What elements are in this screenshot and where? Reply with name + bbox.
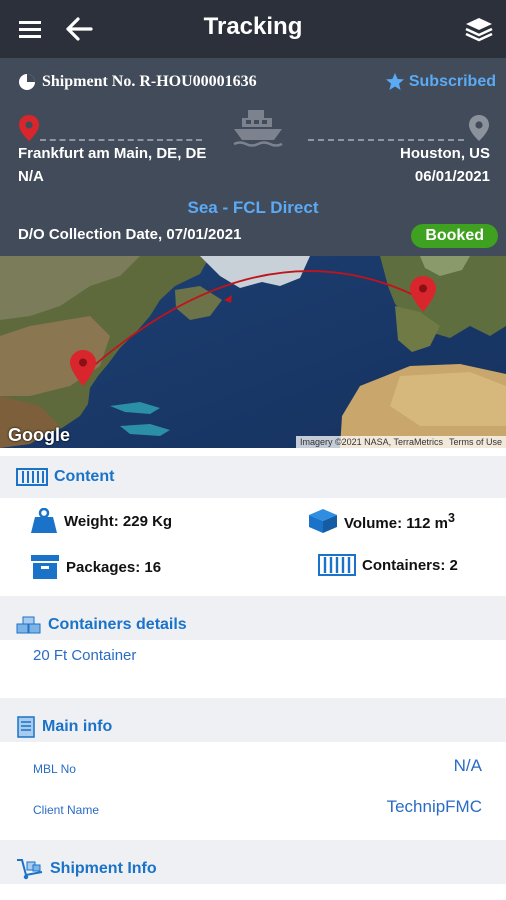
destination-pin-icon <box>468 114 490 147</box>
section-divider <box>0 596 506 604</box>
shipment-info-panel <box>0 884 506 900</box>
status-badge: Booked <box>411 224 498 248</box>
section-divider <box>0 840 506 848</box>
origin-pin-icon <box>18 114 40 147</box>
terms-link[interactable]: Terms of Use <box>449 437 502 447</box>
do-collection-date: D/O Collection Date, 07/01/2021 <box>18 226 242 243</box>
google-logo: Google <box>8 425 70 445</box>
section-divider <box>0 698 506 706</box>
main-info-panel: MBL No N/A Client Name TechnipFMC <box>0 742 506 840</box>
top-app-bar: Tracking <box>0 0 506 58</box>
box-icon <box>31 555 59 579</box>
packages-stat: Packages: 16 <box>30 554 161 580</box>
containers-details-title: Containers details <box>48 616 187 633</box>
imagery-credit: Imagery ©2021 NASA, TerraMetrics <box>299 437 443 447</box>
container-item[interactable]: 20 Ft Container <box>33 647 136 664</box>
shipment-summary: Shipment No. R-HOU00001636 Subscribed Fr… <box>0 58 506 256</box>
document-icon <box>17 716 35 738</box>
containers-details-panel: 20 Ft Container <box>0 640 506 698</box>
page-title: Tracking <box>203 13 303 40</box>
shipment-number-text: Shipment No. R-HOU00001636 <box>42 73 257 90</box>
containers-stack-icon <box>16 616 41 634</box>
route-line-right <box>308 139 464 141</box>
weight-icon <box>31 508 57 533</box>
shipment-number: Shipment No. R-HOU00001636 <box>18 73 257 91</box>
origin-city: Frankfurt am Main, DE, DE <box>18 145 207 162</box>
subscribed-label: Subscribed <box>408 73 496 90</box>
content-title: Content <box>54 468 115 485</box>
volume-text: Volume: 112 m3 <box>344 510 455 532</box>
content-section-header[interactable]: Content <box>0 456 506 498</box>
service-type: Sea - FCL Direct <box>187 198 319 217</box>
ship-icon <box>232 108 284 153</box>
hand-truck-icon <box>17 859 43 880</box>
container-icon <box>16 468 48 486</box>
mbl-label: MBL No <box>33 762 76 776</box>
route-map[interactable]: Google Imagery ©2021 NASA, TerraMetrics … <box>0 256 506 448</box>
weight-stat: Weight: 229 Kg <box>30 508 172 534</box>
pie-chart-icon <box>19 74 35 90</box>
volume-stat: Volume: 112 m3 <box>308 508 455 534</box>
star-icon <box>385 73 404 90</box>
shipment-info-title: Shipment Info <box>50 860 157 877</box>
content-panel: Weight: 229 Kg Volume: 112 m3 Packages: … <box>0 498 506 596</box>
cube-icon <box>309 509 337 533</box>
client-name-value: TechnipFMC <box>386 797 482 816</box>
containers-stat: Containers: 2 <box>318 554 458 576</box>
containers-text: Containers: 2 <box>362 556 458 574</box>
origin-date: N/A <box>18 168 44 185</box>
layers-icon[interactable] <box>464 14 494 44</box>
subscribed-toggle[interactable]: Subscribed <box>385 72 496 92</box>
map-attribution: Imagery ©2021 NASA, TerraMetrics Terms o… <box>295 436 506 448</box>
destination-date: 06/01/2021 <box>414 168 490 185</box>
weight-text: Weight: 229 Kg <box>64 512 173 530</box>
map-imagery <box>0 256 506 448</box>
route-line-left <box>40 139 202 141</box>
client-name-label: Client Name <box>33 803 100 817</box>
mbl-value: N/A <box>453 756 482 775</box>
destination-city: Houston, US <box>400 145 490 162</box>
main-info-title: Main info <box>42 718 113 735</box>
packages-text: Packages: 16 <box>66 558 162 576</box>
container-icon <box>318 554 356 576</box>
